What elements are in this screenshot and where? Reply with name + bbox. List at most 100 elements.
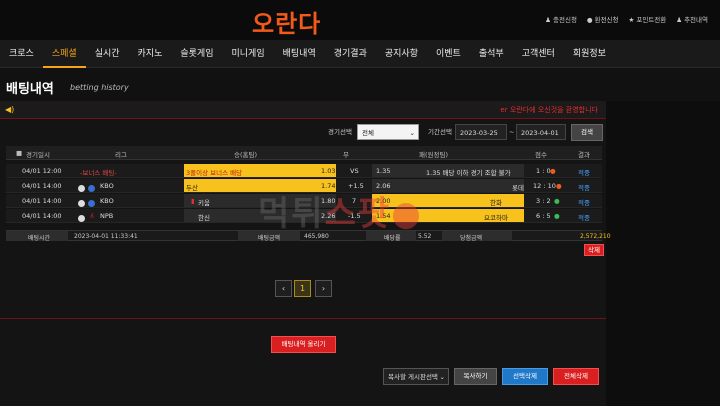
top-link-deposit[interactable]: ♟ 충전신청 xyxy=(545,14,577,24)
date-separator: ~ xyxy=(509,128,515,136)
row-time: 04/01 12:00 xyxy=(22,167,62,175)
col-league: 리그 xyxy=(115,151,127,159)
nav-bet-history[interactable]: 배팅내역 xyxy=(274,40,325,68)
npb-logo-icon: ʎ xyxy=(90,212,94,220)
top-link-points[interactable]: ★ 포인트전환 xyxy=(629,14,667,24)
row-away: 1.35 배당 이하 경기 조합 불가 xyxy=(426,169,511,177)
game-select-label: 경기선택 xyxy=(328,128,352,136)
row-draw: VS xyxy=(350,167,359,175)
page-subtitle: betting history xyxy=(70,83,129,92)
page-1-button[interactable]: 1 xyxy=(294,280,311,297)
row-league: -보너스 배팅- xyxy=(80,169,117,177)
row-home-odds: 1.03 xyxy=(321,167,336,175)
nav-mini[interactable]: 미니게임 xyxy=(223,40,274,68)
site-logo[interactable]: 오란다 xyxy=(252,4,321,39)
copy-button[interactable]: 복사하기 xyxy=(454,368,497,385)
row-league: KBO xyxy=(100,182,114,190)
col-score: 점수 xyxy=(535,151,547,159)
win-amount-label: 당첨금액 xyxy=(460,235,483,242)
result-icon: ● xyxy=(554,197,560,205)
row-score: 1 : 0 xyxy=(536,167,551,175)
speaker-icon: ◀) xyxy=(5,105,15,114)
top-link-referral[interactable]: ♟ 추천내역 xyxy=(676,14,708,24)
nav-notice[interactable]: 공지사항 xyxy=(376,40,427,68)
coin-icon: ● xyxy=(586,16,593,24)
chevron-down-icon: ⌄ xyxy=(409,129,415,137)
col-draw: 무 xyxy=(343,151,349,159)
result-icon: ● xyxy=(554,212,560,220)
col-result: 결과 xyxy=(578,151,590,159)
row-away: 한화 xyxy=(490,199,502,207)
row-result: 적중 xyxy=(578,214,590,222)
row-result: 적중 xyxy=(578,184,590,192)
row-home: 3폴이상 보너스 배당 xyxy=(186,169,243,177)
table-header: ■ 경기일시 리그 승(홈팀) 무 패(원정팀) 점수 결과 xyxy=(6,146,602,160)
nav-casino[interactable]: 카지노 xyxy=(129,40,172,68)
delete-all-button[interactable]: 전체삭제 xyxy=(553,368,599,385)
row-league: KBO xyxy=(100,197,114,205)
right-sidebar xyxy=(606,101,720,406)
row-away-odds: 1.35 xyxy=(376,167,391,175)
row-away: 롯데 xyxy=(512,184,524,192)
star-icon: ★ xyxy=(628,16,635,24)
nav-event[interactable]: 이벤트 xyxy=(427,40,470,68)
row-league: NPB xyxy=(100,212,114,220)
col-home: 승(홈팀) xyxy=(234,151,258,159)
nav-cross[interactable]: 크로스 xyxy=(0,40,43,68)
nav-attendance[interactable]: 출석부 xyxy=(470,40,513,68)
win-amount-value: 2,572,210 xyxy=(580,233,611,240)
row-time: 04/01 14:00 xyxy=(22,197,62,205)
row-score: 6 : 5 xyxy=(536,212,551,220)
history-panel xyxy=(0,119,606,406)
col-away: 패(원정팀) xyxy=(419,151,448,159)
row-home: 두산 xyxy=(186,184,198,192)
nav-live[interactable]: 실시간 xyxy=(86,40,129,68)
bet-time-value: 2023-04-01 11:33:41 xyxy=(74,233,138,240)
page-title: 배팅내역 xyxy=(6,82,54,97)
row-score: 3 : 2 xyxy=(536,197,551,205)
post-history-button[interactable]: 배팅내역 올리기 xyxy=(271,336,336,353)
game-select[interactable]: 전체 ⌄ xyxy=(357,124,419,140)
divider xyxy=(0,318,606,319)
date-from-input[interactable]: 2023-03-25 xyxy=(455,124,507,140)
row-score: 12 : 10 xyxy=(533,182,556,190)
row-time: 04/01 14:00 xyxy=(22,212,62,220)
result-icon: ● xyxy=(550,167,556,175)
prev-page-button[interactable]: ‹ xyxy=(275,280,292,297)
delete-button[interactable]: 삭제 xyxy=(584,244,604,256)
row-result: 적중 xyxy=(578,169,590,177)
top-links: ♟ 충전신청 ● 환전신청 ★ 포인트전환 ♟ 추천내역 xyxy=(545,14,708,24)
col-time: 경기일시 xyxy=(26,151,50,159)
chevron-down-icon: ⌄ xyxy=(439,373,445,381)
nav-results[interactable]: 경기결과 xyxy=(325,40,376,68)
users-icon: ♟ xyxy=(676,16,683,24)
delete-selected-button[interactable]: 선택삭제 xyxy=(502,368,548,385)
next-page-button[interactable]: › xyxy=(315,280,332,297)
row-result: 적중 xyxy=(578,199,590,207)
table-row[interactable]: 04/01 12:00 -보너스 배팅- 3폴이상 보너스 배당 1.03 VS… xyxy=(6,164,602,178)
nav-special[interactable]: 스페셜 xyxy=(42,40,86,68)
date-to-input[interactable]: 2023-04-01 xyxy=(516,124,566,140)
person-plus-icon: ♟ xyxy=(545,16,551,24)
row-time: 04/01 14:00 xyxy=(22,182,62,190)
nav-support[interactable]: 고객센터 xyxy=(513,40,564,68)
flag-icon: ▮ xyxy=(191,197,195,205)
nav-slot[interactable]: 슬롯게임 xyxy=(171,40,222,68)
board-select[interactable]: 복사할 게시판선택 ⌄ xyxy=(383,368,449,385)
nav-member[interactable]: 회원정보 xyxy=(564,40,615,68)
top-link-withdraw[interactable]: ● 환전신청 xyxy=(587,14,619,24)
period-label: 기간선택 xyxy=(428,128,452,136)
row-home: 키움 xyxy=(198,199,210,207)
main-nav: 크로스 스페셜 실시간 카지노 슬롯게임 미니게임 배팅내역 경기결과 공지사항… xyxy=(0,40,720,68)
bet-time-label: 배팅시간 xyxy=(28,235,51,242)
notice-bar: ◀) er 오란다에 오신것을 환영합니다 xyxy=(0,101,606,119)
watermark: 먹튀스팟● xyxy=(258,194,423,234)
location-pin-icon: ● xyxy=(391,194,423,234)
search-button[interactable]: 검색 xyxy=(571,124,603,141)
result-icon: ● xyxy=(556,182,562,190)
select-all-checkbox[interactable]: ■ xyxy=(16,149,22,157)
row-home: 한신 xyxy=(198,214,210,222)
top-bar: 오란다 ♟ 충전신청 ● 환전신청 ★ 포인트전환 ♟ 추천내역 xyxy=(0,0,720,40)
notice-marquee: er 오란다에 오신것을 환영합니다 xyxy=(500,106,598,114)
row-away: 요코하마 xyxy=(484,214,508,222)
